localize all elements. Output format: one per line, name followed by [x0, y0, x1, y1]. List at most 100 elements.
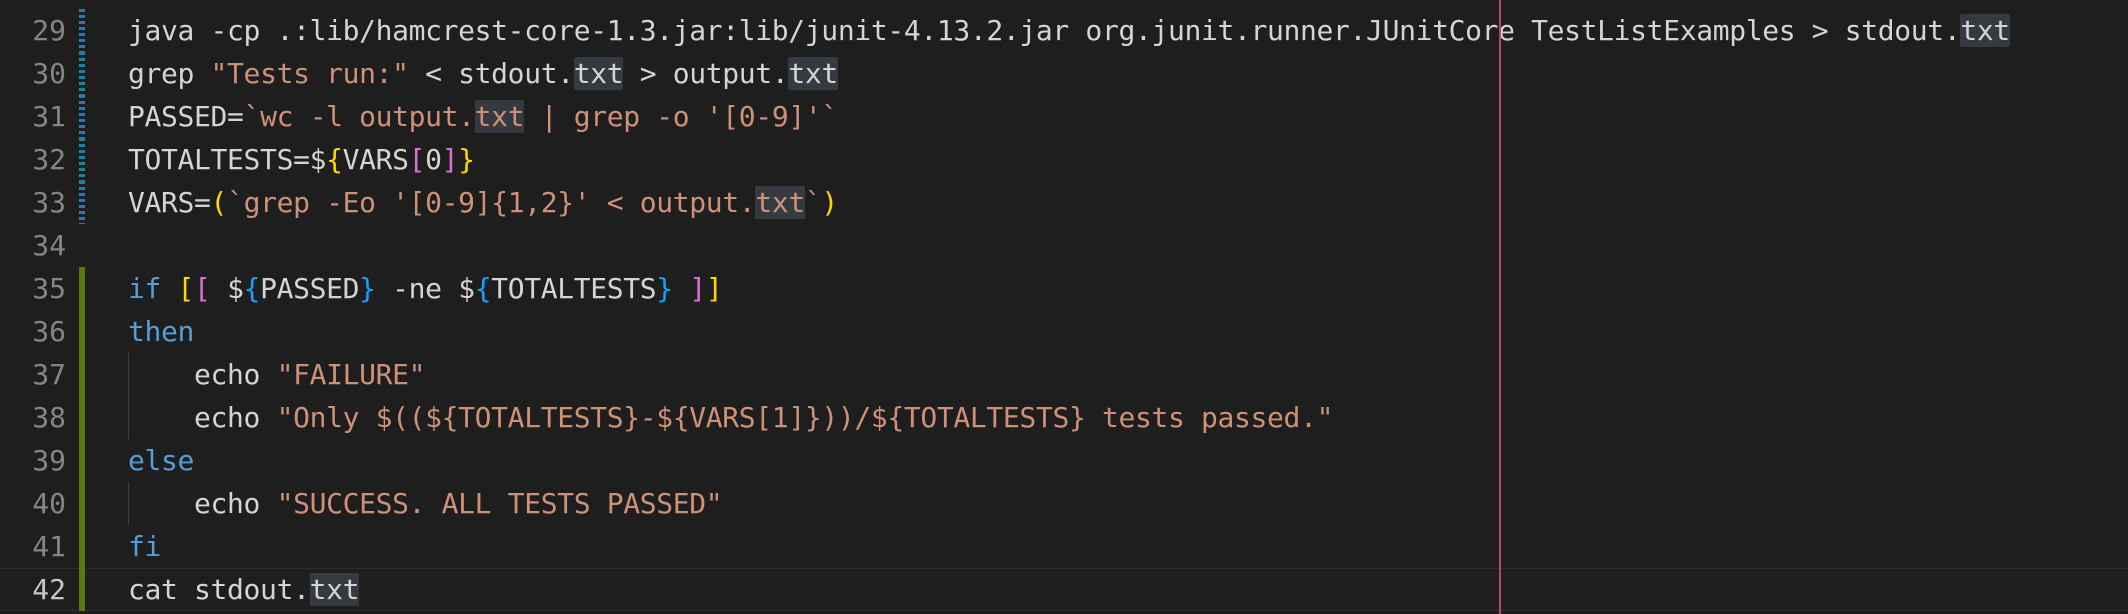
code-token: } — [656, 272, 673, 305]
code-editor[interactable]: 29 java -cp .:lib/hamcrest-core-1.3.jar:l… — [0, 0, 2128, 614]
code-token: echo — [128, 487, 277, 520]
code-token: | grep -o '[0-9]'` — [524, 100, 839, 133]
code-token: { — [243, 272, 261, 305]
code-token: VARS — [342, 143, 409, 176]
gutter-added-marker[interactable] — [79, 482, 85, 525]
code-token: -$ — [639, 401, 673, 434]
code-token: "Only $(($ — [276, 401, 442, 434]
code-token: ) — [821, 186, 838, 219]
code-line[interactable]: 37 echo "FAILURE" — [0, 353, 2128, 396]
code-line[interactable]: 30 grep "Tests run:" < stdout.txt > outpu… — [0, 52, 2128, 95]
column-ruler — [1499, 0, 1501, 614]
gutter-added-marker[interactable] — [79, 568, 85, 611]
gutter-added-marker[interactable] — [79, 396, 85, 439]
code-line[interactable]: 40 echo "SUCCESS. ALL TESTS PASSED" — [0, 482, 2128, 525]
code-line[interactable]: 36 then — [0, 310, 2128, 353]
line-code: then — [128, 310, 194, 353]
gutter-added-marker[interactable] — [79, 353, 85, 396]
line-number: 42 — [32, 573, 66, 606]
line-code: echo "Only $((${TOTALTESTS}-${VARS[1]}))… — [128, 396, 1333, 439]
line-number: 37 — [32, 358, 66, 391]
code-token: txt — [309, 573, 360, 606]
line-code: echo "SUCCESS. ALL TESTS PASSED" — [128, 482, 723, 525]
code-token: "FAILURE" — [276, 358, 426, 391]
line-code: grep "Tests run:" < stdout.txt > output.… — [128, 52, 838, 95]
line-number: 41 — [32, 530, 66, 563]
line-number: 40 — [32, 487, 66, 520]
code-token: "Tests run:" — [210, 57, 409, 90]
code-token: < stdout. — [408, 57, 574, 90]
code-token: ] — [689, 272, 706, 305]
line-code: java -cp .:lib/hamcrest-core-1.3.jar:lib… — [128, 9, 2010, 52]
code-token: txt — [573, 57, 624, 90]
code-line[interactable]: 38 echo "Only $((${TOTALTESTS}-${VARS[1]… — [0, 396, 2128, 439]
gutter-modified-marker[interactable] — [79, 181, 85, 224]
code-line[interactable]: 29 java -cp .:lib/hamcrest-core-1.3.jar:l… — [0, 9, 2128, 52]
gutter-added-marker[interactable] — [79, 525, 85, 568]
code-token: > output. — [623, 57, 789, 90]
code-token: [ — [408, 143, 426, 176]
line-number: 32 — [32, 143, 66, 176]
code-line[interactable]: 42 cat stdout.txt — [0, 568, 2128, 611]
code-token: TOTALTESTS=$ — [128, 143, 327, 176]
code-token: } — [458, 143, 475, 176]
gutter-added-marker[interactable] — [79, 439, 85, 482]
line-code: TOTALTESTS=${VARS[0]} — [128, 138, 475, 181]
line-number: 36 — [32, 315, 66, 348]
code-token: fi — [128, 530, 162, 563]
code-line[interactable]: 33 VARS=(`grep -Eo '[0-9]{1,2}' < output.… — [0, 181, 2128, 224]
code-token: if — [128, 272, 178, 305]
code-token: {TOTALTESTS} — [887, 401, 1086, 434]
code-token: txt — [788, 57, 838, 90]
line-number: 30 — [32, 57, 66, 90]
gutter-modified-marker[interactable] — [79, 138, 85, 181]
code-token: txt — [755, 186, 805, 219]
gutter-added-marker[interactable] — [79, 267, 85, 310]
code-line[interactable]: 35 if [[ ${PASSED} -ne ${TOTALTESTS} ]] — [0, 267, 2128, 310]
line-code: echo "FAILURE" — [128, 353, 425, 396]
line-number: 31 — [32, 100, 66, 133]
code-token: {TOTALTESTS} — [441, 401, 640, 434]
code-token: ] — [705, 272, 723, 305]
line-number: 39 — [32, 444, 66, 477]
gutter-modified-marker[interactable] — [79, 52, 85, 95]
code-token: ))/$ — [821, 401, 888, 434]
code-token: cat stdout. — [128, 573, 310, 606]
code-token: txt — [474, 100, 525, 133]
code-line[interactable]: 41 fi — [0, 525, 2128, 568]
code-token: {VARS[1]} — [672, 401, 822, 434]
line-number: 35 — [32, 272, 66, 305]
code-token: TOTALTESTS — [491, 272, 657, 305]
code-token: ` — [804, 186, 822, 219]
code-line[interactable]: 31 PASSED=`wc -l output.txt | grep -o '[0… — [0, 95, 2128, 138]
line-code: PASSED=`wc -l output.txt | grep -o '[0-9… — [128, 95, 838, 138]
code-token: grep — [128, 57, 211, 90]
code-token: ( — [210, 186, 228, 219]
line-number: 33 — [32, 186, 66, 219]
line-number: 29 — [32, 14, 66, 47]
code-token: "SUCCESS. ALL TESTS PASSED" — [276, 487, 723, 520]
gutter-modified-marker[interactable] — [79, 95, 85, 138]
code-token: -ne $ — [375, 272, 475, 305]
line-number: 34 — [32, 229, 66, 262]
code-token: echo — [128, 358, 277, 391]
code-token: ] — [441, 143, 459, 176]
code-token: echo — [128, 401, 277, 434]
code-token: txt — [1960, 14, 2010, 47]
code-token: { — [326, 143, 343, 176]
line-code: if [[ ${PASSED} -ne ${TOTALTESTS} ]] — [128, 267, 723, 310]
code-token: `grep -Eo '[0-9]{1,2}' < output. — [227, 186, 756, 219]
code-token: VARS= — [128, 186, 211, 219]
line-code: fi — [128, 525, 161, 568]
line-code: cat stdout.txt — [128, 568, 359, 611]
code-token: [ — [194, 272, 211, 305]
code-token: PASSED= — [128, 100, 244, 133]
code-line[interactable]: 39 else — [0, 439, 2128, 482]
code-token: } — [359, 272, 376, 305]
code-token: `wc -l output. — [243, 100, 475, 133]
code-line[interactable]: 34 — [0, 224, 2128, 267]
gutter-modified-marker[interactable] — [79, 9, 85, 52]
code-line[interactable]: 32 TOTALTESTS=${VARS[0]} — [0, 138, 2128, 181]
gutter-added-marker[interactable] — [79, 310, 85, 353]
line-number: 38 — [32, 401, 66, 434]
